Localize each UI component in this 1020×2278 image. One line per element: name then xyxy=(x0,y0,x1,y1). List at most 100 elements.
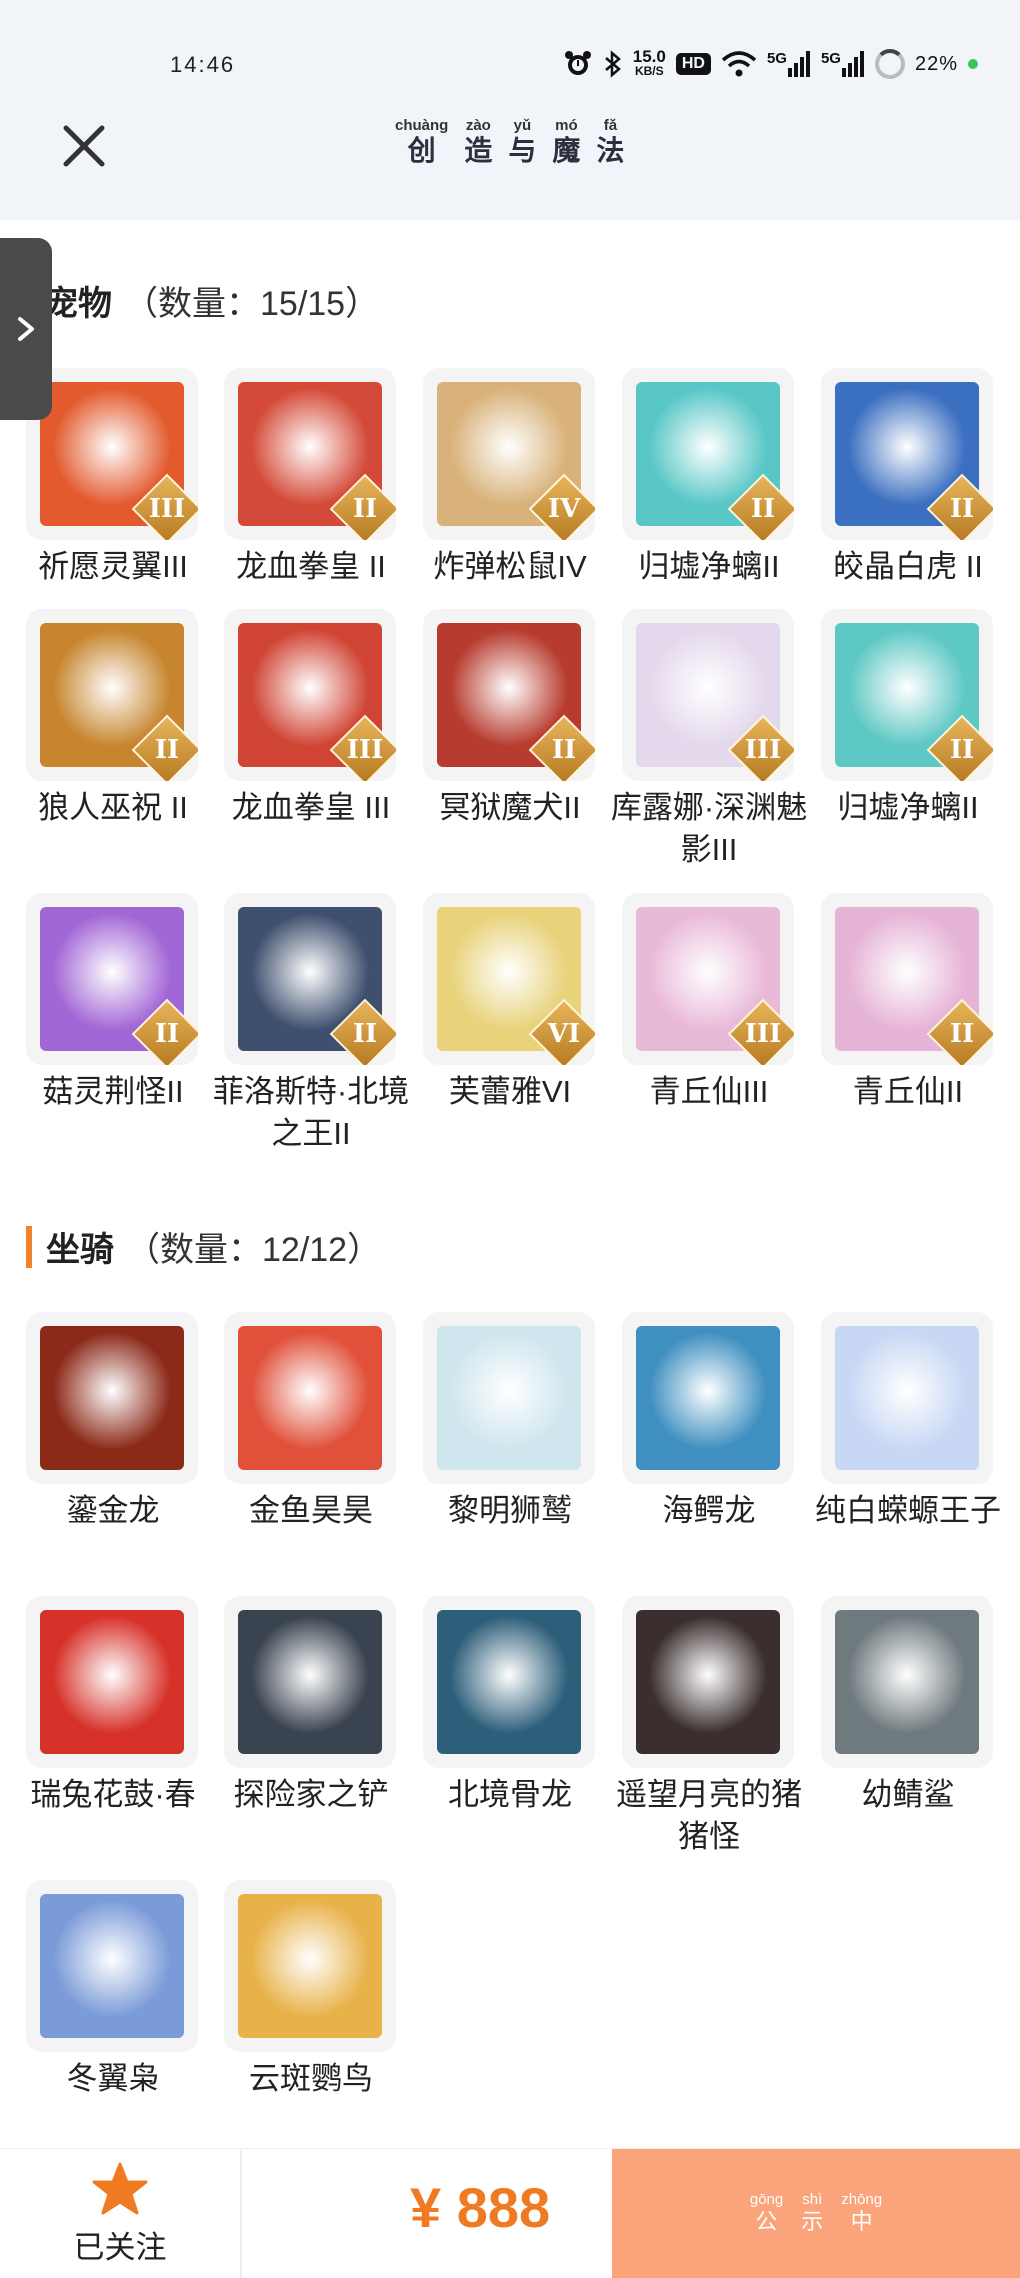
page-title: chuàng 创 zào 造 yǔ 与 mó 魔 fǎ 法 xyxy=(395,118,624,168)
mount-card[interactable]: 云斑鹦鸟 xyxy=(224,1880,398,2100)
pet-card[interactable]: IV 炸弹松鼠IV xyxy=(423,368,597,588)
alarm-icon xyxy=(563,49,593,79)
pet-card[interactable]: III 祈愿灵翼III xyxy=(26,368,200,588)
mount-name: 冬翼枭 xyxy=(66,2061,160,2096)
mount-thumbnail xyxy=(821,1596,993,1768)
mount-thumbnail xyxy=(423,1596,595,1768)
pet-card[interactable]: II 菲洛斯特·北境之王II xyxy=(213,893,409,1155)
signal-icon: 5G xyxy=(767,50,811,78)
pet-card[interactable]: III 青丘仙III xyxy=(622,893,796,1113)
tier-label: III xyxy=(346,735,384,765)
status-time: 14:46 xyxy=(170,52,236,77)
pet-thumbnail: II xyxy=(26,893,198,1065)
tier-label: II xyxy=(949,1019,975,1049)
pets-section-count: （数量：15/15） xyxy=(124,285,380,323)
wifi-icon xyxy=(721,50,757,78)
pet-card[interactable]: II 菇灵荆怪II xyxy=(26,893,200,1113)
mount-name: 黎明狮鹫 xyxy=(448,1493,572,1528)
mount-card[interactable]: 金鱼昊昊 xyxy=(224,1312,398,1532)
pet-card[interactable]: II 龙血拳皇 II xyxy=(224,368,398,588)
pet-card[interactable]: VI 芙蕾雅VI xyxy=(423,893,597,1113)
pet-card[interactable]: II 青丘仙II xyxy=(821,893,995,1113)
mount-name: 云斑鹦鸟 xyxy=(249,2061,373,2096)
follow-button[interactable]: 已关注 xyxy=(0,2149,242,2278)
mount-name: 遥望月亮的猪猪怪 xyxy=(616,1777,802,1854)
title-hanzi: 法 xyxy=(596,134,625,167)
chevron-right-icon xyxy=(18,317,34,341)
publicity-pinyin: shì xyxy=(802,2191,823,2208)
title-pinyin: mó xyxy=(555,117,578,134)
character-artwork xyxy=(238,1894,382,2038)
signal-label: 5G xyxy=(766,50,787,67)
mount-card[interactable]: 遥望月亮的猪猪怪 xyxy=(616,1596,802,1858)
title-pinyin: chuàng xyxy=(395,117,449,134)
mount-card[interactable]: 鎏金龙 xyxy=(26,1312,200,1532)
battery-level: 22% xyxy=(914,52,958,75)
signal-label: 5G xyxy=(820,50,841,67)
network-speed-unit: KB/S xyxy=(634,64,664,78)
pets-section-name: 宠物 xyxy=(44,285,112,323)
mount-name: 鎏金龙 xyxy=(66,1493,160,1528)
publicity-char: shì 示 xyxy=(801,2192,823,2236)
title-char: fǎ 法 xyxy=(596,118,624,168)
mount-card[interactable]: 北境骨龙 xyxy=(423,1596,597,1816)
mount-card[interactable]: 纯白蝾螈王子 xyxy=(815,1312,1001,1532)
publicity-button[interactable]: gōng 公 shì 示 zhōng 中 xyxy=(612,2149,1020,2278)
mount-thumbnail xyxy=(622,1596,794,1768)
pet-name: 青丘仙III xyxy=(649,1074,769,1109)
character-artwork xyxy=(835,1326,979,1470)
mount-thumbnail xyxy=(821,1312,993,1484)
mounts-section-title: 坐骑 （数量：12/12） xyxy=(26,1222,381,1271)
mount-card[interactable]: 幼鲭鲨 xyxy=(821,1596,995,1816)
pet-card[interactable]: III 库露娜·深渊魅影III xyxy=(611,609,807,871)
mounts-section-count: （数量：12/12） xyxy=(126,1231,382,1269)
status-icons: 15.0 KB/S HD 5G 5G 22% xyxy=(563,46,978,82)
mount-thumbnail xyxy=(622,1312,794,1484)
pet-card[interactable]: III 龙血拳皇 III xyxy=(224,609,398,829)
publicity-pinyin: zhōng xyxy=(841,2191,883,2208)
side-expand-tab[interactable] xyxy=(0,238,52,420)
title-pinyin: yǔ xyxy=(513,117,532,134)
close-button[interactable] xyxy=(60,122,108,170)
tier-label: II xyxy=(551,735,577,765)
pet-name: 龙血拳皇 III xyxy=(231,790,391,825)
tier-label: II xyxy=(750,494,776,524)
pet-card[interactable]: II 归墟净螭II xyxy=(821,609,995,829)
pet-name: 菲洛斯特·北境之王II xyxy=(212,1074,410,1151)
battery-icon xyxy=(874,49,905,79)
pet-thumbnail: VI xyxy=(423,893,595,1065)
pet-card[interactable]: II 冥狱魔犬II xyxy=(423,609,597,829)
mount-card[interactable]: 海鳄龙 xyxy=(622,1312,796,1532)
character-artwork xyxy=(636,1326,780,1470)
mount-card[interactable]: 瑞兔花鼓·春 xyxy=(26,1596,200,1816)
pet-thumbnail: IV xyxy=(423,368,595,540)
publicity-hanzi: 示 xyxy=(801,2209,824,2234)
title-char: mó 魔 xyxy=(552,118,580,168)
mount-card[interactable]: 冬翼枭 xyxy=(26,1880,200,2100)
price: ¥ 888 xyxy=(410,2176,551,2239)
tier-label: II xyxy=(154,735,180,765)
character-artwork xyxy=(40,1326,184,1470)
pet-name: 归墟净螭II xyxy=(837,790,979,825)
mount-card[interactable]: 黎明狮鹫 xyxy=(423,1312,597,1532)
character-artwork xyxy=(437,1326,581,1470)
mount-name: 探险家之铲 xyxy=(233,1777,389,1812)
pet-card[interactable]: II 归墟净螭II xyxy=(622,368,796,588)
title-pinyin: zào xyxy=(465,117,491,134)
pet-name: 炸弹松鼠IV xyxy=(433,549,587,584)
follow-label: 已关注 xyxy=(73,2229,167,2265)
pet-thumbnail: III xyxy=(224,609,396,781)
character-artwork xyxy=(238,1610,382,1754)
pet-thumbnail: III xyxy=(622,893,794,1065)
pet-thumbnail: II xyxy=(821,893,993,1065)
pet-name: 归墟净螭II xyxy=(638,549,780,584)
pet-card[interactable]: II 皎晶白虎 II xyxy=(821,368,995,588)
character-artwork xyxy=(40,1610,184,1754)
tier-label: IV xyxy=(547,494,581,524)
mount-name: 北境骨龙 xyxy=(448,1777,572,1812)
mount-card[interactable]: 探险家之铲 xyxy=(224,1596,398,1816)
tier-label: VI xyxy=(547,1019,581,1049)
title-char: chuàng 创 xyxy=(395,118,448,168)
bottom-bar: 已关注 ¥ 888 gōng 公 shì 示 zhōng 中 xyxy=(0,2148,1020,2278)
pet-card[interactable]: II 狼人巫祝 II xyxy=(26,609,200,829)
